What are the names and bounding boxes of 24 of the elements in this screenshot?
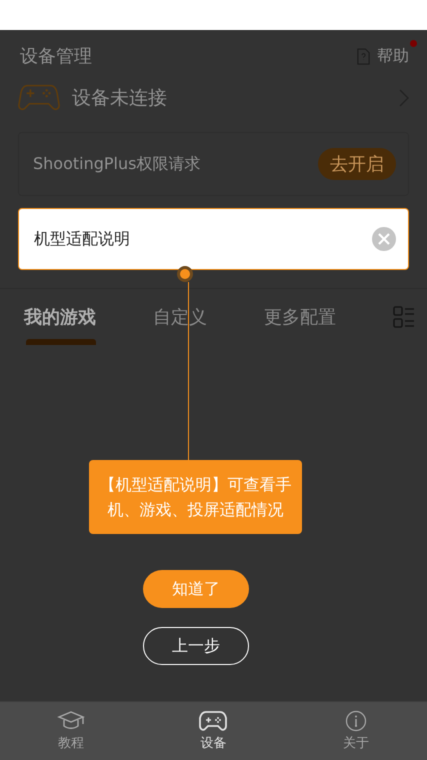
device-row[interactable]: 设备未连接: [0, 80, 427, 116]
nav-item[interactable]: 关于: [284, 702, 427, 760]
tab[interactable]: 自定义: [153, 303, 207, 345]
item-label: 机型适配说明: [34, 228, 130, 250]
previous-step-button[interactable]: 上一步: [143, 627, 249, 665]
help-button[interactable]: 帮助: [356, 46, 409, 66]
permission-text: ShootingPlus权限请求: [33, 154, 200, 174]
guide-tooltip: 【机型适配说明】可查看手机、游戏、投屏适配情况: [89, 460, 302, 534]
tab[interactable]: 我的游戏: [24, 303, 96, 345]
list-view-icon[interactable]: [393, 306, 415, 328]
enable-button[interactable]: 去开启: [318, 148, 396, 180]
model-adaptation-item[interactable]: 机型适配说明: [18, 208, 409, 270]
got-it-button[interactable]: 知道了: [143, 570, 249, 608]
pointer-dot: [180, 269, 190, 279]
device-status: 设备未连接: [72, 86, 168, 111]
page-title: 设备管理: [20, 45, 92, 68]
help-document-icon: [356, 48, 371, 64]
graduation-cap-icon: [57, 710, 86, 732]
gamepad-icon: [18, 83, 60, 113]
gamepad-icon: [199, 710, 228, 732]
nav-item[interactable]: 设备: [142, 702, 285, 760]
tab[interactable]: 更多配置: [264, 303, 336, 345]
close-icon[interactable]: [372, 227, 396, 251]
nav-item[interactable]: 教程: [0, 702, 142, 760]
